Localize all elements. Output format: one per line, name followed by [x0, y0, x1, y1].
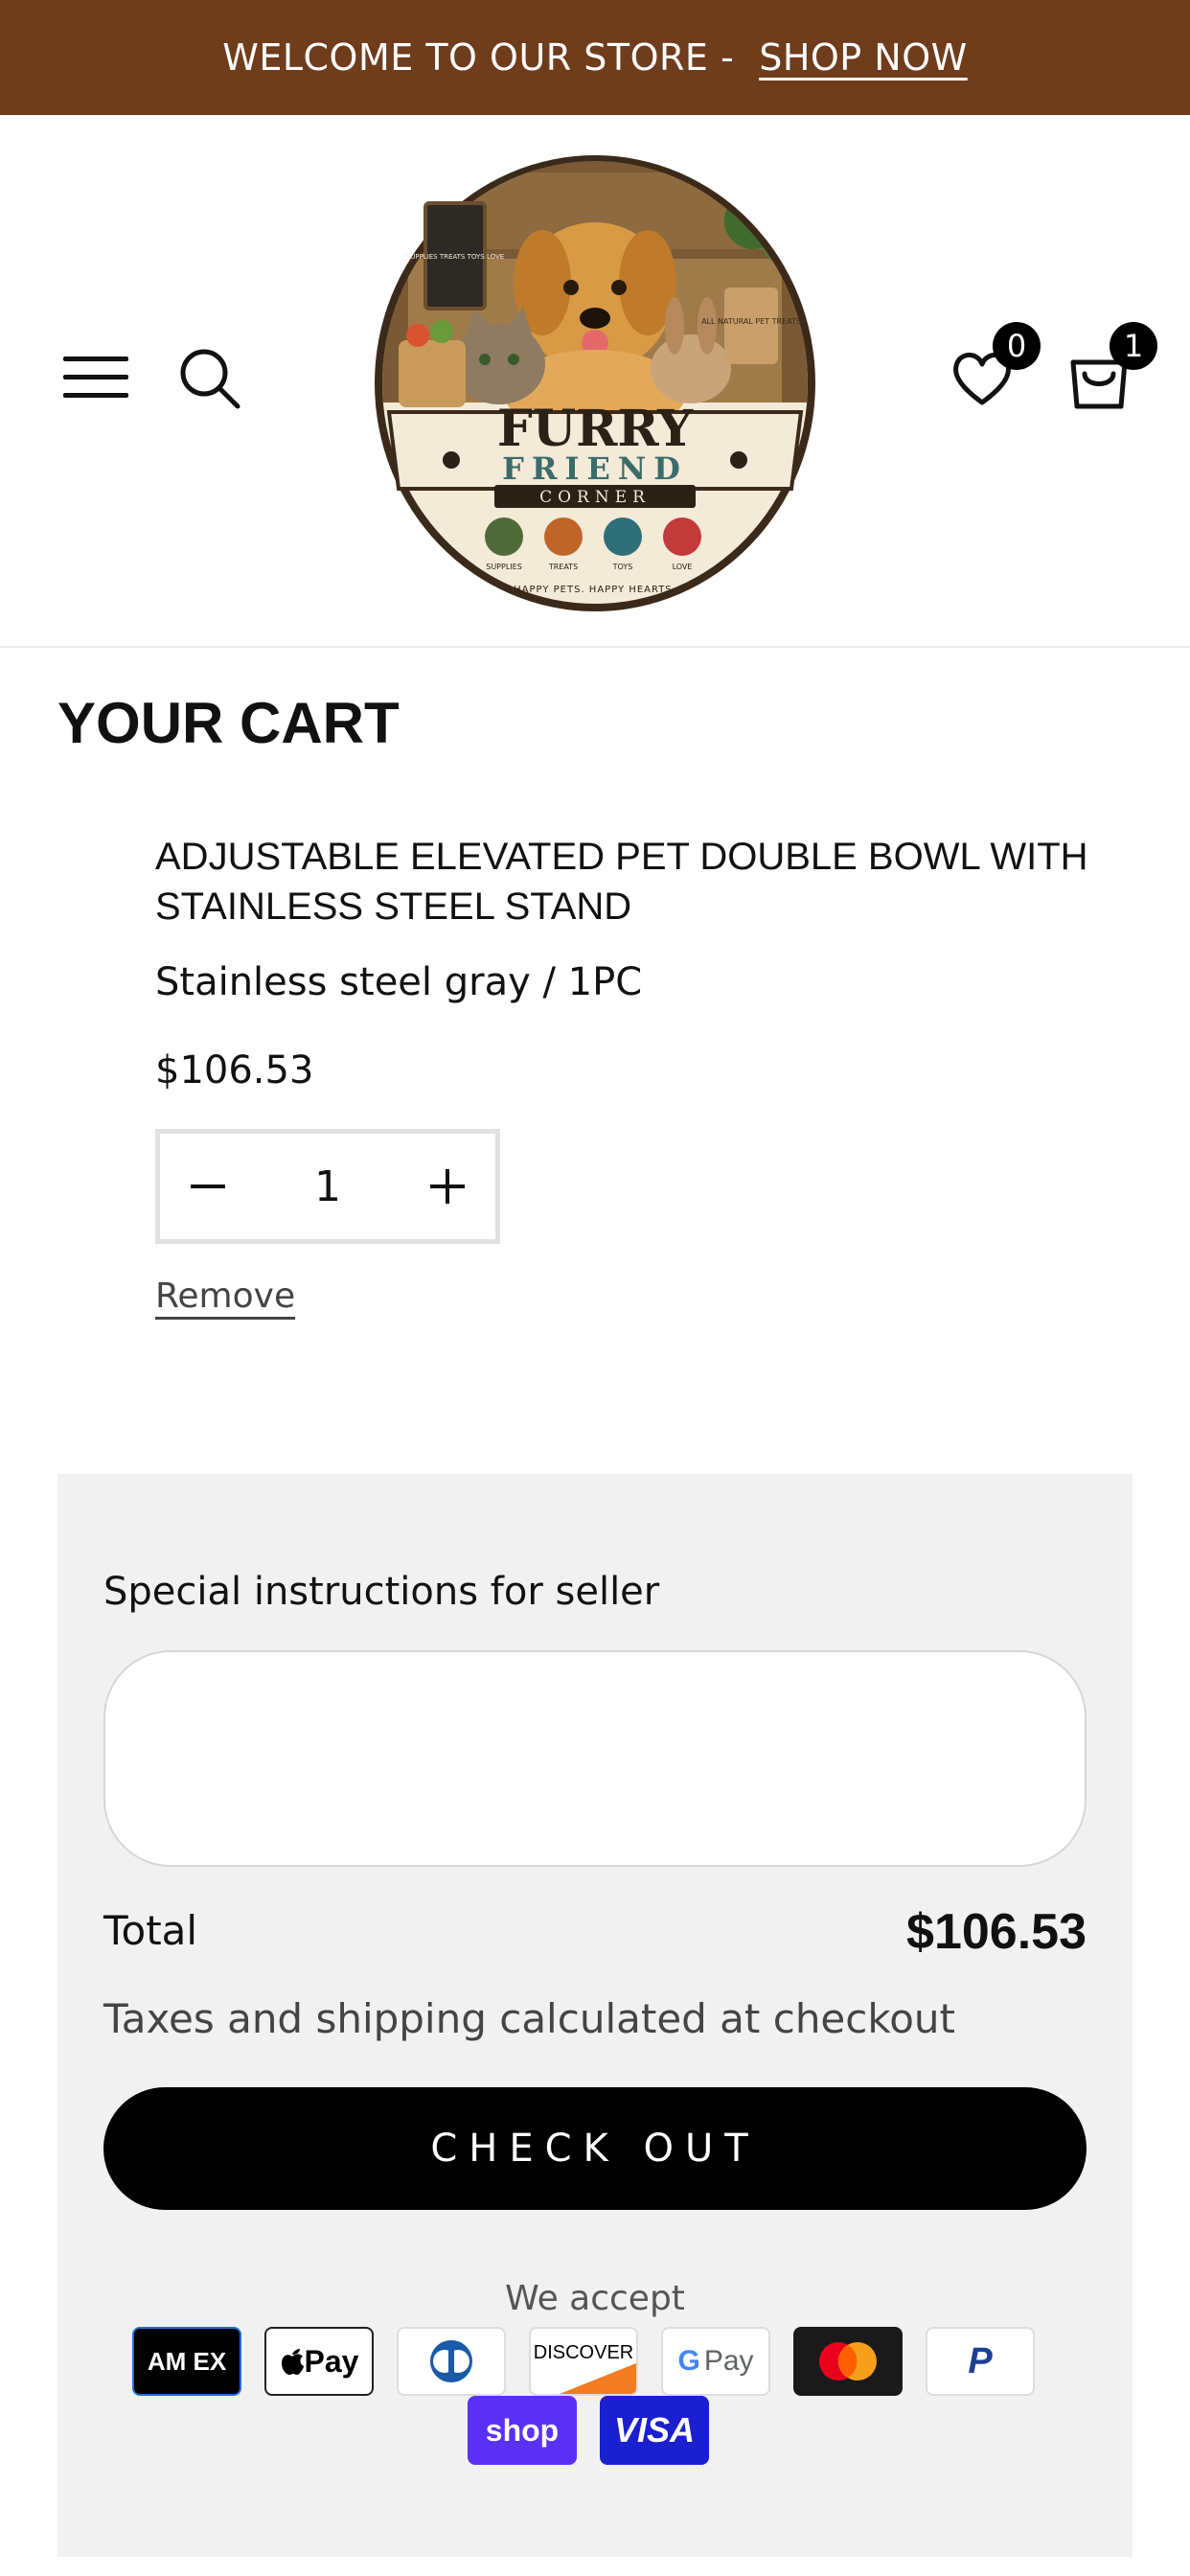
apple-pay-label: Pay	[304, 2343, 359, 2379]
minus-icon	[191, 1184, 225, 1188]
cart-button[interactable]: 1	[1065, 322, 1157, 412]
quantity-stepper: 1	[155, 1129, 500, 1244]
menu-button[interactable]	[63, 356, 130, 399]
wishlist-count-badge: 0	[993, 322, 1041, 370]
google-g-icon: G	[677, 2345, 700, 2377]
special-instructions-label: Special instructions for seller	[103, 1570, 660, 1614]
amex-label: AM EX	[147, 2347, 227, 2376]
search-button[interactable]	[176, 345, 243, 412]
logo-brand-line2: FRIEND	[502, 450, 688, 487]
apple-logo-icon	[281, 2349, 304, 2375]
menu-line	[63, 356, 128, 361]
mastercard-logo	[819, 2342, 877, 2380]
announcement-text: WELCOME TO OUR STORE -	[222, 36, 735, 79]
amex-icon: AM EX	[132, 2327, 241, 2396]
logo-bag-text: ALL NATURAL PET TREATS	[701, 317, 801, 326]
discover-icon: DISCOVER	[529, 2327, 638, 2396]
special-instructions-textarea[interactable]	[103, 1650, 1087, 1867]
paypal-label: P	[968, 2340, 993, 2381]
discover-label: DISCOVER	[533, 2342, 634, 2363]
logo-brand-line3: CORNER	[539, 488, 651, 507]
apple-pay-icon: Pay	[264, 2327, 374, 2396]
menu-line	[63, 393, 128, 398]
discover-swoosh	[560, 2363, 636, 2394]
logo-graphic: ALL NATURAL PET TREATS SUPPLIES TREATS T…	[375, 155, 815, 611]
store-logo[interactable]: ALL NATURAL PET TREATS SUPPLIES TREATS T…	[370, 153, 820, 613]
diners-club-logo	[430, 2340, 472, 2382]
announcement-bar: WELCOME TO OUR STORE - SHOP NOW	[0, 0, 1190, 115]
total-value: $106.53	[906, 1904, 1087, 1960]
cart-item-variant: Stainless steel gray / 1PC	[155, 960, 643, 1004]
cart-item-price: $106.53	[155, 1048, 314, 1092]
google-pay-label: Pay	[703, 2345, 754, 2377]
wishlist-button[interactable]: 0	[949, 322, 1041, 412]
google-pay-icon: G Pay	[661, 2327, 770, 2396]
cart-summary: Special instructions for seller Total $1…	[57, 1474, 1133, 2557]
search-icon	[180, 349, 240, 409]
logo-badge-label: TREATS	[548, 563, 578, 571]
plus-icon	[446, 1169, 449, 1204]
visa-label: VISA	[613, 2410, 696, 2450]
checkout-button[interactable]: CHECK OUT	[103, 2087, 1087, 2210]
cart-count-badge: 1	[1110, 322, 1157, 370]
logo-tagline: HAPPY PETS. HAPPY HEARTS.	[514, 585, 676, 595]
increase-quantity-button[interactable]	[400, 1134, 495, 1239]
logo-brand-line1: FURRY	[497, 400, 694, 458]
site-header: ALL NATURAL PET TREATS SUPPLIES TREATS T…	[0, 115, 1190, 648]
logo-badge-label: TOYS	[612, 563, 633, 571]
total-label: Total	[103, 1907, 198, 1954]
page-title: YOUR CART	[57, 691, 400, 755]
cart-item-title[interactable]: ADJUSTABLE ELEVATED PET DOUBLE BOWL WITH…	[155, 832, 1094, 932]
shop-pay-icon: shop	[468, 2396, 577, 2465]
logo-badge-label: SUPPLIES	[486, 563, 522, 571]
decrease-quantity-button[interactable]	[160, 1134, 256, 1239]
menu-line	[63, 375, 128, 380]
paypal-icon: P	[926, 2327, 1035, 2396]
mastercard-icon	[793, 2327, 903, 2396]
quantity-input[interactable]: 1	[256, 1162, 400, 1211]
logo-badge-label: LOVE	[673, 563, 693, 571]
remove-item-link[interactable]: Remove	[155, 1276, 295, 1316]
visa-icon: VISA	[600, 2396, 709, 2465]
diners-club-icon	[397, 2327, 506, 2396]
shop-now-link[interactable]: SHOP NOW	[759, 36, 968, 79]
shop-pay-label: shop	[485, 2412, 560, 2448]
tax-note: Taxes and shipping calculated at checkou…	[103, 1995, 955, 2042]
logo-sign-text: SUPPLIES TREATS TOYS LOVE	[406, 253, 504, 261]
we-accept-label: We accept	[505, 2279, 685, 2318]
